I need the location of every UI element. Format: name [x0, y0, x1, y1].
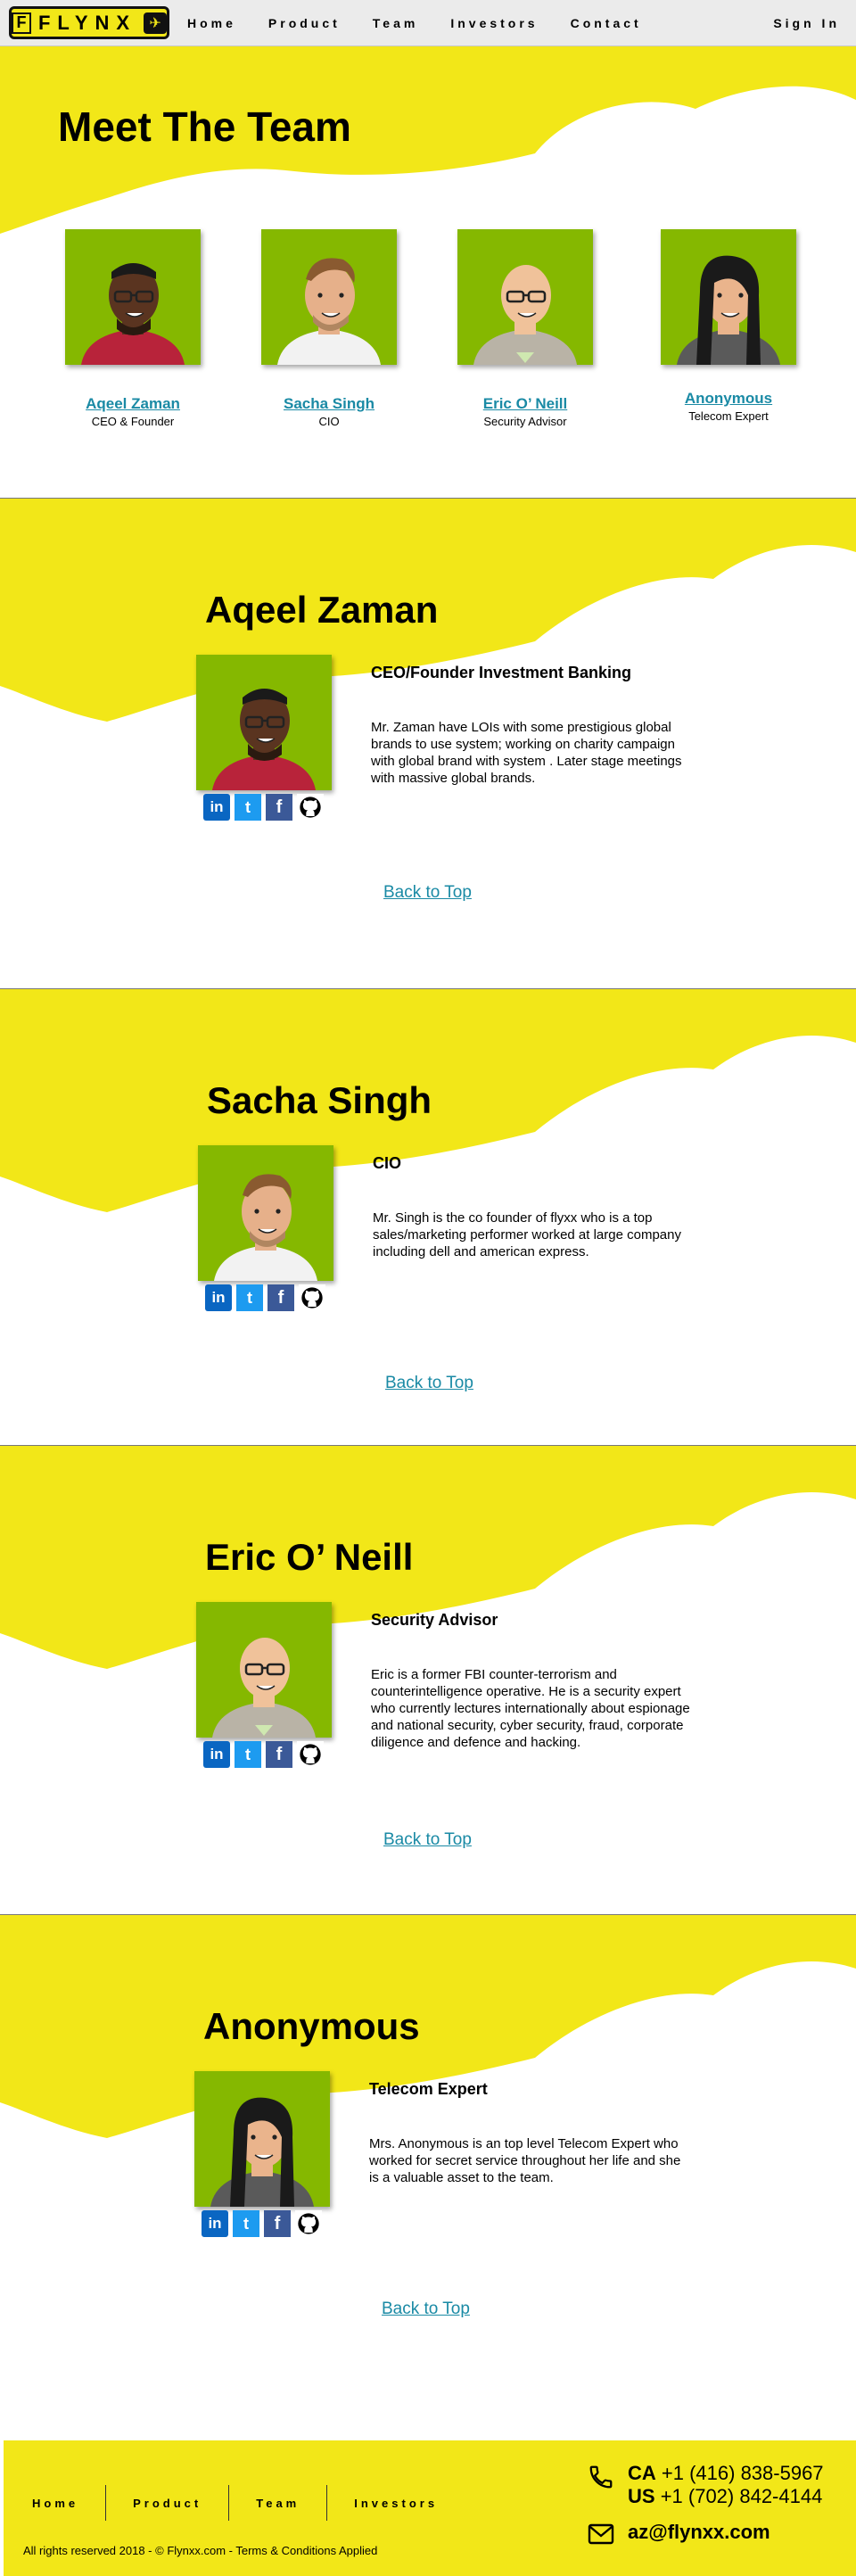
profile-avatar-aqeel-zaman	[196, 655, 332, 790]
twitter-icon[interactable]: t	[235, 794, 261, 821]
team-avatar-anonymous[interactable]	[661, 229, 796, 365]
facebook-icon[interactable]: f	[264, 2210, 291, 2237]
nav-links: Home Product Team Investors Contact	[187, 16, 642, 30]
profile-description: Mr. Zaman have LOIs with some prestigiou…	[371, 720, 682, 786]
profile-title: Security Advisor	[371, 1611, 498, 1629]
profile-title: Telecom Expert	[369, 2080, 488, 2098]
social-links: in t f	[205, 1284, 325, 1311]
hero-wave-background	[0, 46, 856, 234]
team-role: CIO	[318, 415, 340, 428]
top-nav: F FLYNX ✈ Home Product Team Investors Co…	[0, 0, 856, 46]
sign-in-link[interactable]: Sign In	[773, 16, 840, 30]
github-icon[interactable]	[297, 794, 324, 821]
linkedin-icon[interactable]: in	[202, 2210, 228, 2237]
logo-box: F	[12, 12, 31, 34]
profile-description: Mr. Singh is the co founder of flyxx who…	[373, 1210, 681, 1259]
back-to-top-link[interactable]: Back to Top	[383, 883, 472, 903]
profile-name: Eric O’ Neill	[205, 1536, 414, 1578]
team-role: CEO & Founder	[91, 415, 175, 428]
nav-link-home[interactable]: Home	[187, 16, 236, 30]
linkedin-icon[interactable]: in	[205, 1284, 232, 1311]
facebook-icon[interactable]: f	[268, 1284, 294, 1311]
twitter-icon[interactable]: t	[236, 1284, 263, 1311]
team-name-link-eric-oneill[interactable]: Eric O’ Neill	[440, 395, 610, 413]
profile-avatar-eric-oneill	[196, 1602, 332, 1738]
profile-title: CIO	[373, 1154, 402, 1172]
facebook-icon[interactable]: f	[266, 1741, 292, 1768]
footer-divider	[228, 2485, 230, 2521]
social-links: in t f	[203, 1741, 324, 1768]
airplane-icon: ✈	[144, 12, 167, 34]
team-role: Security Advisor	[483, 415, 567, 428]
nav-link-product[interactable]: Product	[268, 16, 341, 30]
github-icon[interactable]	[297, 1741, 324, 1768]
contact-ca: CA +1 (416) 838-5967	[628, 2462, 824, 2485]
github-icon[interactable]	[299, 1284, 325, 1311]
footer-copyright: All rights reserved 2018 - © Flynxx.com …	[23, 2544, 378, 2557]
profile-title: CEO/Founder Investment Banking	[371, 664, 632, 681]
nav-link-contact[interactable]: Contact	[571, 16, 642, 30]
profile-description: Mrs. Anonymous is an top level Telecom E…	[369, 2136, 681, 2185]
linkedin-icon[interactable]: in	[203, 794, 230, 821]
team-avatar-eric-oneill[interactable]	[457, 229, 593, 365]
footer-link-home[interactable]: Home	[32, 2497, 78, 2510]
social-links: in t f	[203, 794, 324, 821]
phone-icon	[589, 2465, 613, 2489]
team-name-link-sacha-singh[interactable]: Sacha Singh	[244, 395, 414, 413]
twitter-icon[interactable]: t	[233, 2210, 259, 2237]
nav-link-investors[interactable]: Investors	[450, 16, 538, 30]
back-to-top-link[interactable]: Back to Top	[383, 1830, 472, 1850]
contact-email[interactable]: az@flynxx.com	[628, 2521, 770, 2544]
footer-nav: Home Product Team Investors	[32, 2485, 438, 2521]
us-phone[interactable]: +1 (702) 842-4144	[661, 2485, 823, 2507]
profile-description: Eric is a former FBI counter-terrorism a…	[371, 1667, 690, 1750]
team-name-link-anonymous[interactable]: Anonymous	[644, 390, 813, 408]
footer-link-team[interactable]: Team	[256, 2497, 300, 2510]
ca-phone[interactable]: +1 (416) 838-5967	[662, 2462, 824, 2484]
ca-label: CA	[628, 2462, 656, 2484]
profile-name: Anonymous	[203, 2005, 420, 2047]
team-name-link-aqeel-zaman[interactable]: Aqeel Zaman	[48, 395, 218, 413]
footer-link-investors[interactable]: Investors	[354, 2497, 438, 2510]
profile-name: Sacha Singh	[207, 1079, 432, 1121]
facebook-icon[interactable]: f	[266, 794, 292, 821]
page-title: Meet The Team	[58, 103, 351, 150]
back-to-top-link[interactable]: Back to Top	[382, 2299, 470, 2319]
footer: Home Product Team Investors All rights r…	[4, 2440, 856, 2576]
twitter-icon[interactable]: t	[235, 1741, 261, 1768]
profile-avatar-sacha-singh	[198, 1145, 333, 1281]
nav-link-team[interactable]: Team	[373, 16, 419, 30]
profile-name: Aqeel Zaman	[205, 589, 439, 631]
footer-divider	[105, 2485, 107, 2521]
logo-wordmark: FLYNX	[37, 11, 137, 34]
linkedin-icon[interactable]: in	[203, 1741, 230, 1768]
email-icon	[588, 2523, 614, 2545]
github-icon[interactable]	[295, 2210, 322, 2237]
social-links: in t f	[202, 2210, 322, 2237]
footer-link-product[interactable]: Product	[133, 2497, 202, 2510]
team-avatar-aqeel-zaman[interactable]	[65, 229, 201, 365]
team-avatar-sacha-singh[interactable]	[261, 229, 397, 365]
flynx-logo[interactable]: F FLYNX ✈	[9, 6, 169, 39]
footer-divider	[326, 2485, 328, 2521]
profile-avatar-anonymous	[194, 2071, 330, 2207]
team-role: Telecom Expert	[688, 409, 769, 423]
us-label: US	[628, 2485, 655, 2507]
contact-us: US +1 (702) 842-4144	[628, 2485, 822, 2508]
back-to-top-link[interactable]: Back to Top	[385, 1374, 473, 1393]
